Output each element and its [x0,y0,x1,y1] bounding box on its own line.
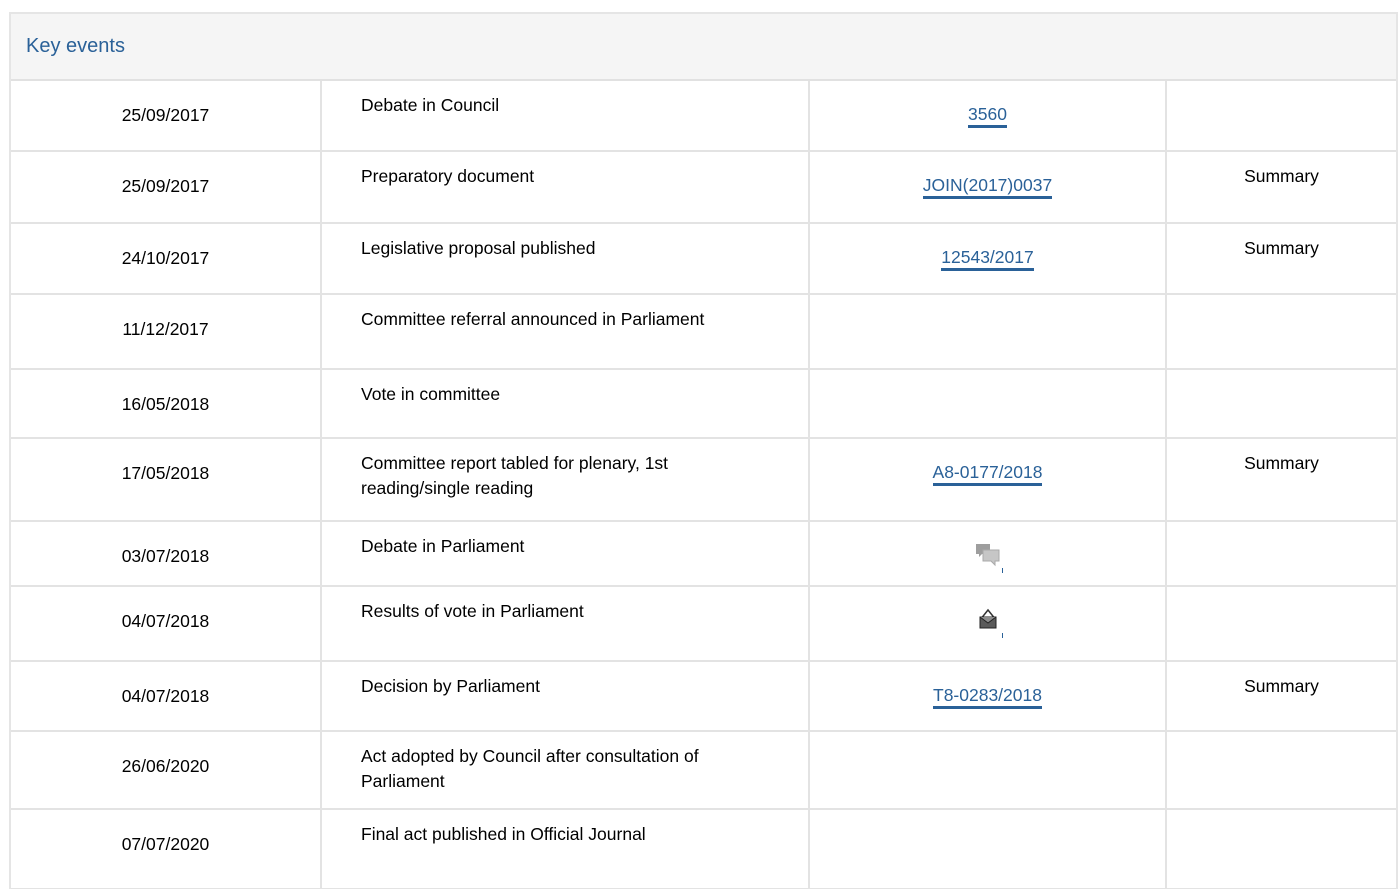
table-row: 25/09/2017 Debate in Council 3560 [11,81,1396,152]
table-row: 04/07/2018 Decision by Parliament T8-028… [11,660,1396,732]
event-date: 25/09/2017 [11,81,322,152]
key-events-table: 25/09/2017 Debate in Council 3560 25/09/… [11,81,1396,889]
document-link[interactable]: 3560 [968,104,1007,128]
summary-cell[interactable]: Summary [1165,222,1396,295]
document-link[interactable]: A8-0177/2018 [932,462,1043,486]
event-date: 07/07/2020 [11,808,322,889]
key-events-panel: Key events 25/09/2017 Debate in Council … [9,12,1398,889]
event-description: Final act published in Official Journal [320,808,810,889]
table-row: 07/07/2020 Final act published in Offici… [11,808,1396,889]
document-cell: 3560 [808,81,1167,152]
event-description: Debate in Council [320,81,810,152]
table-row: 11/12/2017 Committee referral announced … [11,293,1396,370]
document-link[interactable]: T8-0283/2018 [933,685,1042,709]
document-cell: JOIN(2017)0037 [808,150,1167,224]
summary-cell [1165,730,1396,810]
summary-cell[interactable]: Summary [1165,660,1396,732]
document-cell [808,808,1167,889]
document-link[interactable]: JOIN(2017)0037 [922,175,1053,199]
document-cell: A8-0177/2018 [808,437,1167,522]
document-cell [808,585,1167,662]
event-description: Debate in Parliament [320,520,810,587]
summary-cell [1165,585,1396,662]
table-row: 26/06/2020 Act adopted by Council after … [11,730,1396,810]
event-date: 25/09/2017 [11,150,322,224]
event-date: 24/10/2017 [11,222,322,295]
summary-cell [1165,520,1396,587]
event-date: 16/05/2018 [11,368,322,439]
summary-cell [1165,368,1396,439]
event-description: Committee report tabled for plenary, 1st… [320,437,810,522]
table-row: 03/07/2018 Debate in Parliament [11,520,1396,587]
event-date: 26/06/2020 [11,730,322,810]
document-cell: 12543/2017 [808,222,1167,295]
event-description: Act adopted by Council after consultatio… [320,730,810,810]
debate-speech-bubbles-icon[interactable] [973,539,1003,573]
document-cell: T8-0283/2018 [808,660,1167,732]
event-date: 04/07/2018 [11,585,322,662]
document-cell [808,293,1167,370]
panel-title: Key events [11,14,1396,81]
event-description: Results of vote in Parliament [320,585,810,662]
event-description: Decision by Parliament [320,660,810,732]
event-date: 03/07/2018 [11,520,322,587]
event-description: Preparatory document [320,150,810,224]
document-cell [808,368,1167,439]
event-date: 04/07/2018 [11,660,322,732]
document-link[interactable]: 12543/2017 [941,247,1034,271]
table-row: 24/10/2017 Legislative proposal publishe… [11,222,1396,295]
document-cell [808,730,1167,810]
summary-cell [1165,293,1396,370]
event-description: Legislative proposal published [320,222,810,295]
event-description: Vote in committee [320,368,810,439]
ballot-box-icon[interactable] [973,604,1003,638]
summary-cell [1165,81,1396,152]
summary-cell[interactable]: Summary [1165,437,1396,522]
summary-cell [1165,808,1396,889]
table-row: 25/09/2017 Preparatory document JOIN(201… [11,150,1396,224]
event-date: 17/05/2018 [11,437,322,522]
table-row: 16/05/2018 Vote in committee [11,368,1396,439]
summary-cell[interactable]: Summary [1165,150,1396,224]
table-row: 17/05/2018 Committee report tabled for p… [11,437,1396,522]
event-date: 11/12/2017 [11,293,322,370]
document-cell [808,520,1167,587]
table-row: 04/07/2018 Results of vote in Parliament [11,585,1396,662]
event-description: Committee referral announced in Parliame… [320,293,810,370]
